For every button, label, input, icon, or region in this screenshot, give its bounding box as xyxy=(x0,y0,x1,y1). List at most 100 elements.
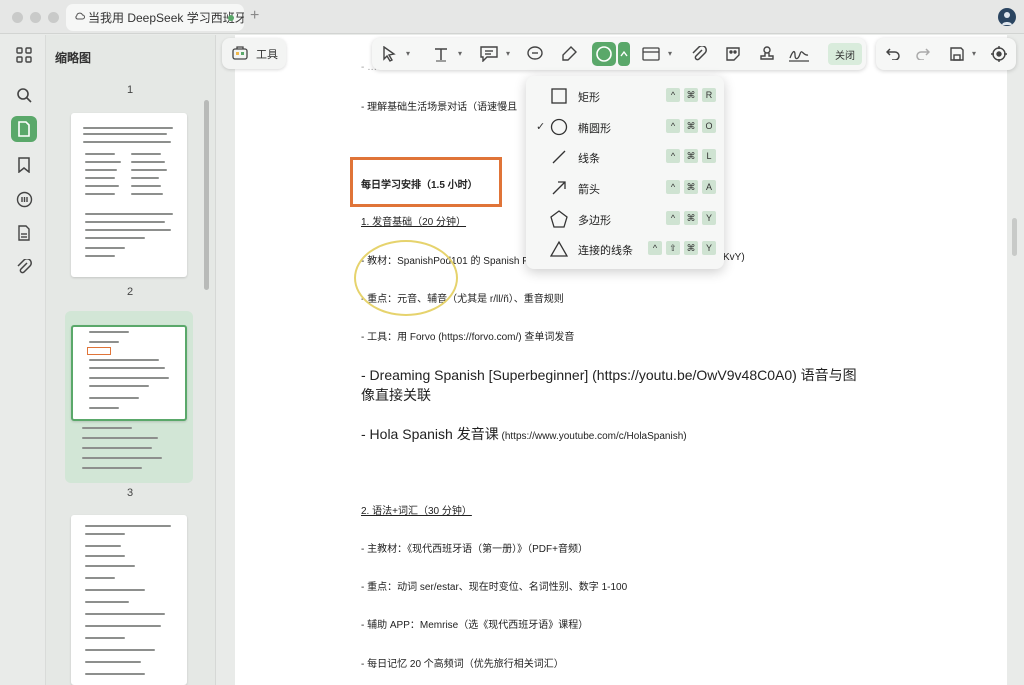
ellipse-shape-icon xyxy=(596,46,612,62)
stamp-icon[interactable] xyxy=(756,44,778,64)
undo-icon[interactable] xyxy=(882,44,904,64)
hola-spanish-link[interactable]: (https://www.youtube.com/c/HolaSpanish) xyxy=(502,431,687,442)
menu-item-rectangle[interactable]: 矩形 ^ ⌘ R xyxy=(526,81,724,111)
stamp-area-icon[interactable] xyxy=(640,44,662,64)
daily-words-line: - 每日记忆 20 个高频词（优先旅行相关词汇） xyxy=(361,659,564,670)
shape-dropdown-menu: 矩形 ^ ⌘ R ✓ 椭圆形 ^ ⌘ O 线条 ^ ⌘ L 箭头 ^ ⌘ A 多… xyxy=(526,76,724,269)
shape-tool-button[interactable] xyxy=(592,42,616,66)
shortcut-key: ^ xyxy=(648,241,662,255)
attachment-icon[interactable] xyxy=(11,254,37,280)
annotation-toolbar: ▾ ▾ ▾ ▾ 关闭 xyxy=(372,38,866,70)
shortcut-key: ⌘ xyxy=(684,88,698,102)
hola-spanish-title: - Hola Spanish 发音课 xyxy=(361,426,499,442)
shortcut-key: ⇧ xyxy=(666,241,680,255)
thumbnails-panel: 缩略图 1 2 3 xyxy=(46,35,216,685)
shortcut-key: ⌘ xyxy=(684,241,698,255)
page-thumbnail-4[interactable] xyxy=(71,515,187,685)
section-pronunciation: 1. 发音基础（20 分钟） xyxy=(361,217,467,228)
arrow-icon xyxy=(550,179,568,197)
redo-icon[interactable] xyxy=(912,44,934,64)
thumbnails-icon[interactable] xyxy=(11,116,37,142)
polygon-icon xyxy=(550,210,568,228)
textbook-line-tail: KvY) xyxy=(723,252,745,263)
page-number-1: 1 xyxy=(126,84,134,96)
menu-item-ellipse[interactable]: ✓ 椭圆形 ^ ⌘ O xyxy=(526,112,724,142)
shortcut-key: L xyxy=(702,149,716,163)
section-grammar: 2. 语法+词汇（30 分钟） xyxy=(361,506,472,517)
paperclip-icon[interactable] xyxy=(688,44,710,64)
save-icon[interactable] xyxy=(946,44,968,64)
tools-button[interactable]: 工具 xyxy=(222,38,286,69)
document-tab[interactable]: 当我用 DeepSeek 学习西班牙语 xyxy=(66,4,244,31)
menu-item-connected-lines[interactable]: 连接的线条 ^ ⇧ ⌘ Y xyxy=(526,234,724,264)
shortcut-key: Y xyxy=(702,211,716,225)
shortcut-key: O xyxy=(702,119,716,133)
thumbnails-scrollbar[interactable] xyxy=(204,100,209,290)
menu-item-arrow[interactable]: 箭头 ^ ⌘ A xyxy=(526,173,724,203)
shortcut-key: ^ xyxy=(666,211,680,225)
page-thumbnail-2[interactable] xyxy=(71,113,187,277)
dreaming-spanish-line: - Dreaming Spanish [Superbeginner] (http… xyxy=(361,367,857,383)
daily-schedule-heading: 每日学习安排（1.5 小时） xyxy=(361,180,478,191)
chevron-up-icon xyxy=(620,50,628,57)
cloud-icon xyxy=(74,10,86,25)
tool-line: - 工具：用 Forvo (https://forvo.com/) 查单词发音 xyxy=(361,332,575,343)
shortcut-key: A xyxy=(702,180,716,194)
shape-menu-toggle[interactable] xyxy=(618,42,630,66)
app-line: - 辅助 APP：Memrise（选《现代西班牙语》课程） xyxy=(361,620,589,631)
shortcut-key: ⌘ xyxy=(684,180,698,194)
select-cursor-icon[interactable] xyxy=(378,44,400,64)
tab-title: 当我用 DeepSeek 学习西班牙语 xyxy=(88,11,244,25)
speech-bubble-icon[interactable] xyxy=(524,44,546,64)
shortcut-key: ⌘ xyxy=(684,149,698,163)
chevron-down-icon[interactable]: ▾ xyxy=(406,49,410,58)
bookmark-icon[interactable] xyxy=(11,152,37,178)
document-info-icon[interactable] xyxy=(11,220,37,246)
menu-item-label: 连接的线条 xyxy=(578,245,633,257)
signature-icon[interactable] xyxy=(788,44,810,64)
avatar[interactable] xyxy=(998,8,1016,26)
connected-lines-icon xyxy=(549,240,569,258)
panel-title: 缩略图 xyxy=(55,51,92,65)
highlighter-icon[interactable] xyxy=(558,44,580,64)
minimize-window-button[interactable] xyxy=(30,12,41,23)
menu-item-line[interactable]: 线条 ^ ⌘ L xyxy=(526,142,724,172)
comment-tool-icon[interactable] xyxy=(478,44,500,64)
comments-icon[interactable] xyxy=(11,186,37,212)
document-scrollbar[interactable] xyxy=(1012,218,1017,256)
menu-item-label: 多边形 xyxy=(578,215,611,227)
unsaved-indicator xyxy=(228,15,234,21)
chevron-down-icon[interactable]: ▾ xyxy=(458,49,462,58)
hola-spanish-line: - Hola Spanish 发音课 (https://www.youtube.… xyxy=(361,424,687,444)
search-icon[interactable] xyxy=(11,82,37,108)
chevron-down-icon[interactable]: ▾ xyxy=(972,49,976,58)
focus-line-2: - 重点：动词 ser/estar、现在时变位、名词性别、数字 1-100 xyxy=(361,582,628,593)
ellipse-annotation[interactable] xyxy=(354,240,458,316)
close-window-button[interactable] xyxy=(12,12,23,23)
close-toolbar-button[interactable]: 关闭 xyxy=(828,43,862,65)
new-tab-button[interactable]: + xyxy=(250,7,259,25)
main-textbook-line: - 主教材：《现代西班牙语（第一册）》（PDF+音频） xyxy=(361,544,588,555)
ai-assistant-icon[interactable] xyxy=(988,44,1010,64)
menu-item-label: 线条 xyxy=(578,153,600,165)
zoom-window-button[interactable] xyxy=(48,12,59,23)
chevron-down-icon[interactable]: ▾ xyxy=(668,49,672,58)
menu-item-label: 椭圆形 xyxy=(578,123,611,135)
menu-item-polygon[interactable]: 多边形 ^ ⌘ Y xyxy=(526,204,724,234)
title-bar: 当我用 DeepSeek 学习西班牙语 + xyxy=(0,0,1024,34)
dreaming-spanish-line-2: 像直接关联 xyxy=(361,387,431,403)
shortcut-key: Y xyxy=(702,241,716,255)
left-icon-rail xyxy=(0,35,46,685)
grid-view-icon[interactable] xyxy=(11,42,37,68)
shortcut-key: ⌘ xyxy=(684,211,698,225)
shortcut-key: R xyxy=(702,88,716,102)
sticker-icon[interactable] xyxy=(722,44,744,64)
doc-line-understand: - 理解基础生活场景对话（语速慢且 xyxy=(361,102,518,113)
menu-item-label: 矩形 xyxy=(578,92,600,104)
checkmark-icon: ✓ xyxy=(536,121,546,133)
toolbox-icon xyxy=(232,46,248,63)
chevron-down-icon[interactable]: ▾ xyxy=(506,49,510,58)
text-tool-icon[interactable] xyxy=(430,44,452,64)
page-thumbnail-3[interactable] xyxy=(71,325,187,421)
rectangle-icon xyxy=(550,87,568,105)
